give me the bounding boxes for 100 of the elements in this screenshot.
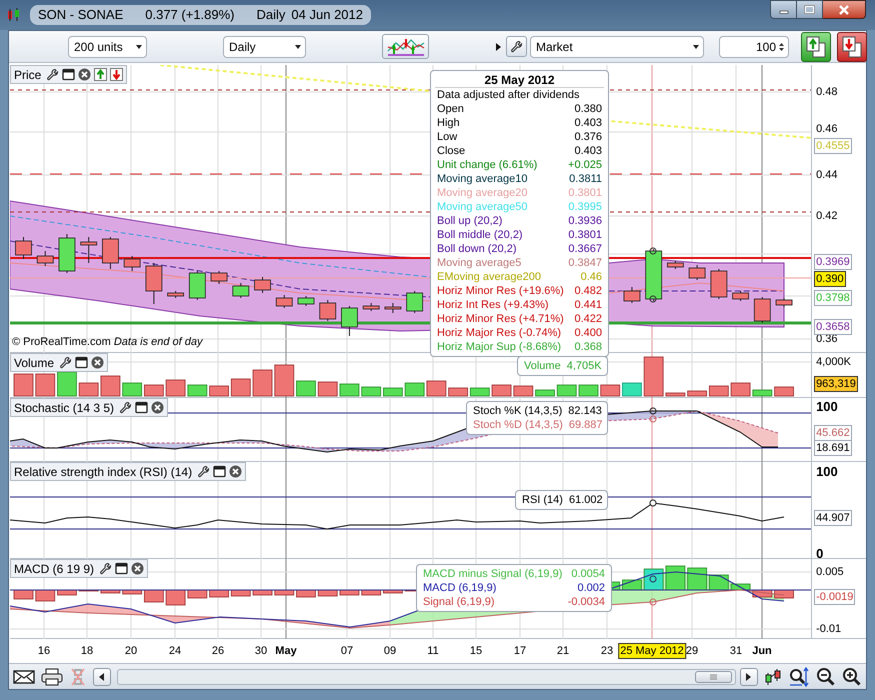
order-type-dropdown[interactable]: Market	[530, 36, 704, 58]
axis-tick-label: 100	[816, 463, 838, 481]
volume-bar	[470, 388, 490, 396]
axis-value-badge: 0.3969	[814, 254, 852, 270]
indicator-value: 0.3811	[569, 172, 602, 186]
volume-bar	[144, 384, 164, 396]
histogram-bar	[35, 590, 56, 602]
histogram-bar	[622, 580, 642, 590]
crosshair-marker	[650, 296, 656, 302]
axis-tick-label: 100	[816, 398, 838, 416]
copyright-notice: © ProRealTime.com Data is end of day	[12, 334, 203, 350]
indicator-value: 0.482	[574, 284, 602, 298]
candlestick-scroll-icon[interactable]	[764, 666, 782, 686]
volume-bar	[730, 382, 750, 396]
wrench-icon[interactable]	[119, 401, 132, 414]
maximize-button[interactable]	[797, 0, 823, 19]
candlestick	[298, 296, 314, 306]
close-icon[interactable]	[78, 68, 92, 81]
axis-value-badge: 18.691	[814, 440, 852, 456]
zoom-in-icon[interactable]	[842, 666, 862, 686]
candlestick	[167, 290, 184, 298]
wrench-icon[interactable]	[197, 465, 210, 478]
close-icon[interactable]	[151, 401, 164, 414]
wrench-icon	[510, 40, 523, 53]
indicator-value: 61.002	[568, 493, 603, 507]
volume-bar	[14, 374, 34, 396]
indicator-label: Boll up (20,2)	[437, 214, 502, 228]
price-quote: 0.377 (+1.89%)	[145, 6, 235, 24]
minimize-button[interactable]	[770, 0, 797, 19]
axis-value-badge: 0.390	[814, 271, 846, 287]
volume-bar	[296, 380, 316, 396]
indicator-label: Stoch %K (14,3,5)	[473, 404, 562, 418]
histogram-bar	[340, 590, 360, 596]
wrench-icon[interactable]	[46, 68, 60, 81]
zoom-fit-icon[interactable]	[788, 666, 810, 686]
indicator-label: Moving average5	[437, 256, 522, 270]
volume-bar	[57, 372, 77, 396]
candlestick	[732, 290, 749, 302]
indicator-value: 0.380	[574, 102, 602, 116]
histogram-bar	[730, 584, 750, 590]
scroll-right-button[interactable]	[740, 668, 758, 686]
document-down-icon	[841, 34, 863, 58]
date-axis-label: 20	[124, 644, 138, 659]
indicator-label: Moving average10	[437, 172, 528, 186]
quantity-field[interactable]: 100	[719, 36, 789, 58]
units-dropdown[interactable]: 200 units	[68, 36, 147, 58]
wrench-icon[interactable]	[99, 562, 112, 575]
indicator-label: Open	[437, 102, 464, 116]
candlestick	[341, 306, 358, 336]
printer-icon[interactable]	[41, 668, 63, 686]
scrollbar-thumb[interactable]	[695, 670, 732, 682]
window-icon[interactable]	[75, 356, 88, 369]
date-axis-label: 18	[80, 644, 94, 659]
interval-dropdown[interactable]: Daily	[223, 36, 306, 58]
indicator-value: +0.025	[568, 158, 602, 172]
axis-value-badge: 45.662	[814, 425, 852, 441]
arrow-up-icon[interactable]	[94, 68, 108, 81]
volume-bar	[752, 390, 772, 396]
indicator-chart-button[interactable]	[382, 34, 429, 59]
indicator-value: 0.3847	[568, 256, 602, 270]
close-button[interactable]	[823, 0, 866, 19]
buy-button[interactable]	[801, 32, 831, 62]
window-icon[interactable]	[115, 562, 128, 575]
close-icon[interactable]	[131, 562, 144, 575]
zoom-out-icon[interactable]	[816, 666, 836, 686]
histogram-bar	[252, 590, 272, 596]
indicator-label: Moving average50	[437, 200, 528, 214]
mail-icon[interactable]	[13, 668, 35, 684]
axis-tick-label: 0.48	[816, 85, 838, 100]
indicator-value: 0.3801	[568, 228, 602, 242]
volume-bar	[230, 378, 251, 396]
crosshair-marker	[650, 598, 656, 606]
window-icon[interactable]	[135, 401, 148, 414]
wrench-icon[interactable]	[59, 356, 72, 369]
volume-bar	[535, 390, 555, 396]
spinner-icon	[778, 40, 785, 52]
volume-bar	[644, 356, 664, 396]
candlestick	[688, 264, 706, 280]
volume-bar	[622, 382, 642, 396]
date-axis-label: May	[274, 644, 298, 659]
volume-bar	[340, 384, 360, 396]
panel-label: Relative strength index (RSI) (14)	[14, 464, 192, 480]
volume-bar	[166, 380, 186, 396]
close-icon[interactable]	[91, 356, 104, 369]
arrow-down-icon[interactable]	[110, 68, 124, 81]
date-axis-label: 09	[382, 644, 398, 659]
histogram-bar	[14, 590, 34, 600]
scroll-left-button[interactable]	[93, 668, 111, 686]
sell-button[interactable]	[837, 32, 867, 62]
indicator-label: EMoving average200	[437, 270, 541, 284]
date-axis-label: Jun	[751, 644, 773, 659]
indicator-label: Horiz Int Res (+9.43%)	[437, 298, 549, 312]
window-icon[interactable]	[62, 68, 76, 81]
candlestick	[624, 286, 640, 304]
histogram-bar	[361, 590, 382, 596]
window-icon[interactable]	[213, 465, 226, 478]
expand-arrow-icon[interactable]	[495, 42, 502, 52]
close-icon[interactable]	[229, 465, 242, 478]
grip-icon	[710, 674, 717, 680]
settings-button[interactable]	[506, 36, 527, 57]
